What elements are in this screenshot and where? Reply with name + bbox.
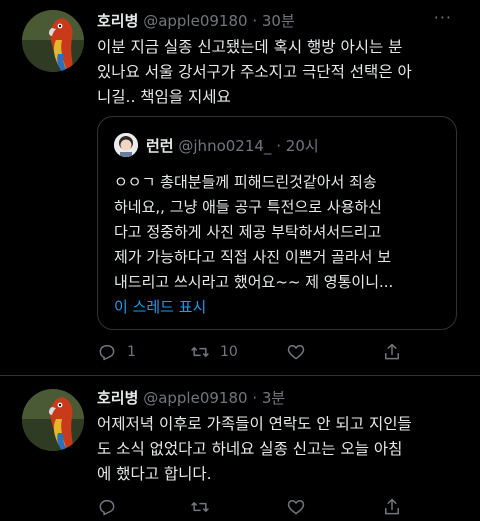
quoted-header: 런런 @jhno0214_ · 20시 bbox=[146, 135, 319, 156]
retweet-icon bbox=[191, 502, 209, 512]
author-name[interactable]: 호리병 bbox=[97, 12, 138, 30]
quoted-text: ㅇㅇㄱ 총대분들께 피해드린것같아서 죄송 하네요,, 그냥 애들 공구 특전으… bbox=[114, 170, 444, 295]
share-button[interactable] bbox=[382, 342, 402, 362]
retweet-icon bbox=[191, 347, 209, 357]
author-name[interactable]: 호리병 bbox=[97, 389, 138, 407]
separator-dot: · bbox=[276, 137, 281, 155]
quoted-timestamp[interactable]: 20시 bbox=[286, 137, 319, 155]
tweet-actions: 1 10 bbox=[97, 342, 467, 366]
tweet-text-line: 에 했다고 합니다. bbox=[97, 465, 212, 483]
retweet-button[interactable]: 10 bbox=[190, 342, 238, 362]
quoted-tweet[interactable]: 런런 @jhno0214_ · 20시 ㅇㅇㄱ 총대분들께 피해드린것같아서 죄… bbox=[97, 116, 457, 330]
heart-icon bbox=[287, 500, 305, 515]
tweet-header: 호리병 @apple09180 · 3분 bbox=[97, 387, 285, 408]
author-handle[interactable]: @apple09180 bbox=[143, 389, 247, 407]
reply-icon bbox=[99, 500, 115, 516]
share-button[interactable] bbox=[382, 497, 402, 517]
quoted-text-line: 하네요,, 그냥 애들 공구 특전으로 사용하신 bbox=[114, 198, 382, 216]
reply-count: 1 bbox=[127, 344, 136, 360]
more-icon[interactable]: ··· bbox=[434, 8, 452, 27]
tweet-text: 어제저녁 이후로 가족들이 연락도 안 되고 지인들 도 소식 없었다고 하네요… bbox=[97, 412, 457, 487]
quoted-text-line: 제가 가능하다고 직접 사진 이쁜거 골라서 보 bbox=[114, 248, 392, 266]
show-thread-link[interactable]: 이 스레드 표시 bbox=[114, 296, 206, 317]
separator-dot: · bbox=[252, 389, 258, 407]
separator-dot: · bbox=[252, 12, 258, 30]
reply-button[interactable]: 1 bbox=[97, 342, 136, 362]
tweet-1[interactable]: 호리병 @apple09180 · 30분 ··· 이분 지금 실종 신고됐는데… bbox=[0, 0, 480, 375]
quoted-text-line: 내드리고 쓰시라고 했어요~~ 제 영통이니... bbox=[114, 273, 394, 291]
like-button[interactable] bbox=[286, 497, 306, 517]
timestamp[interactable]: 3분 bbox=[262, 389, 285, 407]
reply-icon bbox=[99, 345, 115, 361]
like-button[interactable] bbox=[286, 342, 316, 362]
avatar[interactable] bbox=[22, 389, 84, 451]
tweet-header: 호리병 @apple09180 · 30분 bbox=[97, 10, 295, 31]
tweet-text-line: 어제저녁 이후로 가족들이 연락도 안 되고 지인들 bbox=[97, 415, 412, 433]
retweet-count: 10 bbox=[220, 344, 238, 360]
tweet-text-line: 이분 지금 실종 신고됐는데 혹시 행방 아시는 분 bbox=[97, 38, 403, 56]
quoted-avatar-image bbox=[114, 133, 138, 157]
quoted-author-name[interactable]: 런런 bbox=[146, 137, 174, 155]
tweet-text: 이분 지금 실종 신고됐는데 혹시 행방 아시는 분 있나요 서울 강서구가 주… bbox=[97, 35, 457, 110]
heart-icon bbox=[287, 345, 305, 360]
parrot-avatar-image bbox=[22, 10, 84, 72]
tweet-text-line: 도 소식 없었다고 하네요 실종 신고는 오늘 아침 bbox=[97, 440, 403, 458]
tweet-2[interactable]: 호리병 @apple09180 · 3분 어제저녁 이후로 가족들이 연락도 안… bbox=[0, 376, 480, 521]
share-icon bbox=[385, 498, 399, 515]
parrot-avatar-image bbox=[22, 389, 84, 451]
author-handle[interactable]: @apple09180 bbox=[143, 12, 247, 30]
retweet-button[interactable] bbox=[190, 497, 210, 517]
share-icon bbox=[385, 343, 399, 360]
timestamp[interactable]: 30분 bbox=[262, 12, 295, 30]
tweet-actions bbox=[97, 497, 467, 521]
quoted-text-line: 다고 정중하게 사진 제공 부탁하셔서드리고 bbox=[114, 223, 382, 241]
reply-button[interactable] bbox=[97, 497, 117, 517]
avatar[interactable] bbox=[22, 10, 84, 72]
quoted-author-handle[interactable]: @jhno0214_ bbox=[178, 137, 271, 155]
tweet-text-line: 니길.. 책임을 지세요 bbox=[97, 88, 231, 106]
tweet-text-line: 있나요 서울 강서구가 주소지고 극단적 선택은 아 bbox=[97, 63, 412, 81]
quoted-avatar[interactable] bbox=[114, 133, 138, 157]
quoted-text-line: ㅇㅇㄱ 총대분들께 피해드린것같아서 죄송 bbox=[114, 173, 377, 191]
